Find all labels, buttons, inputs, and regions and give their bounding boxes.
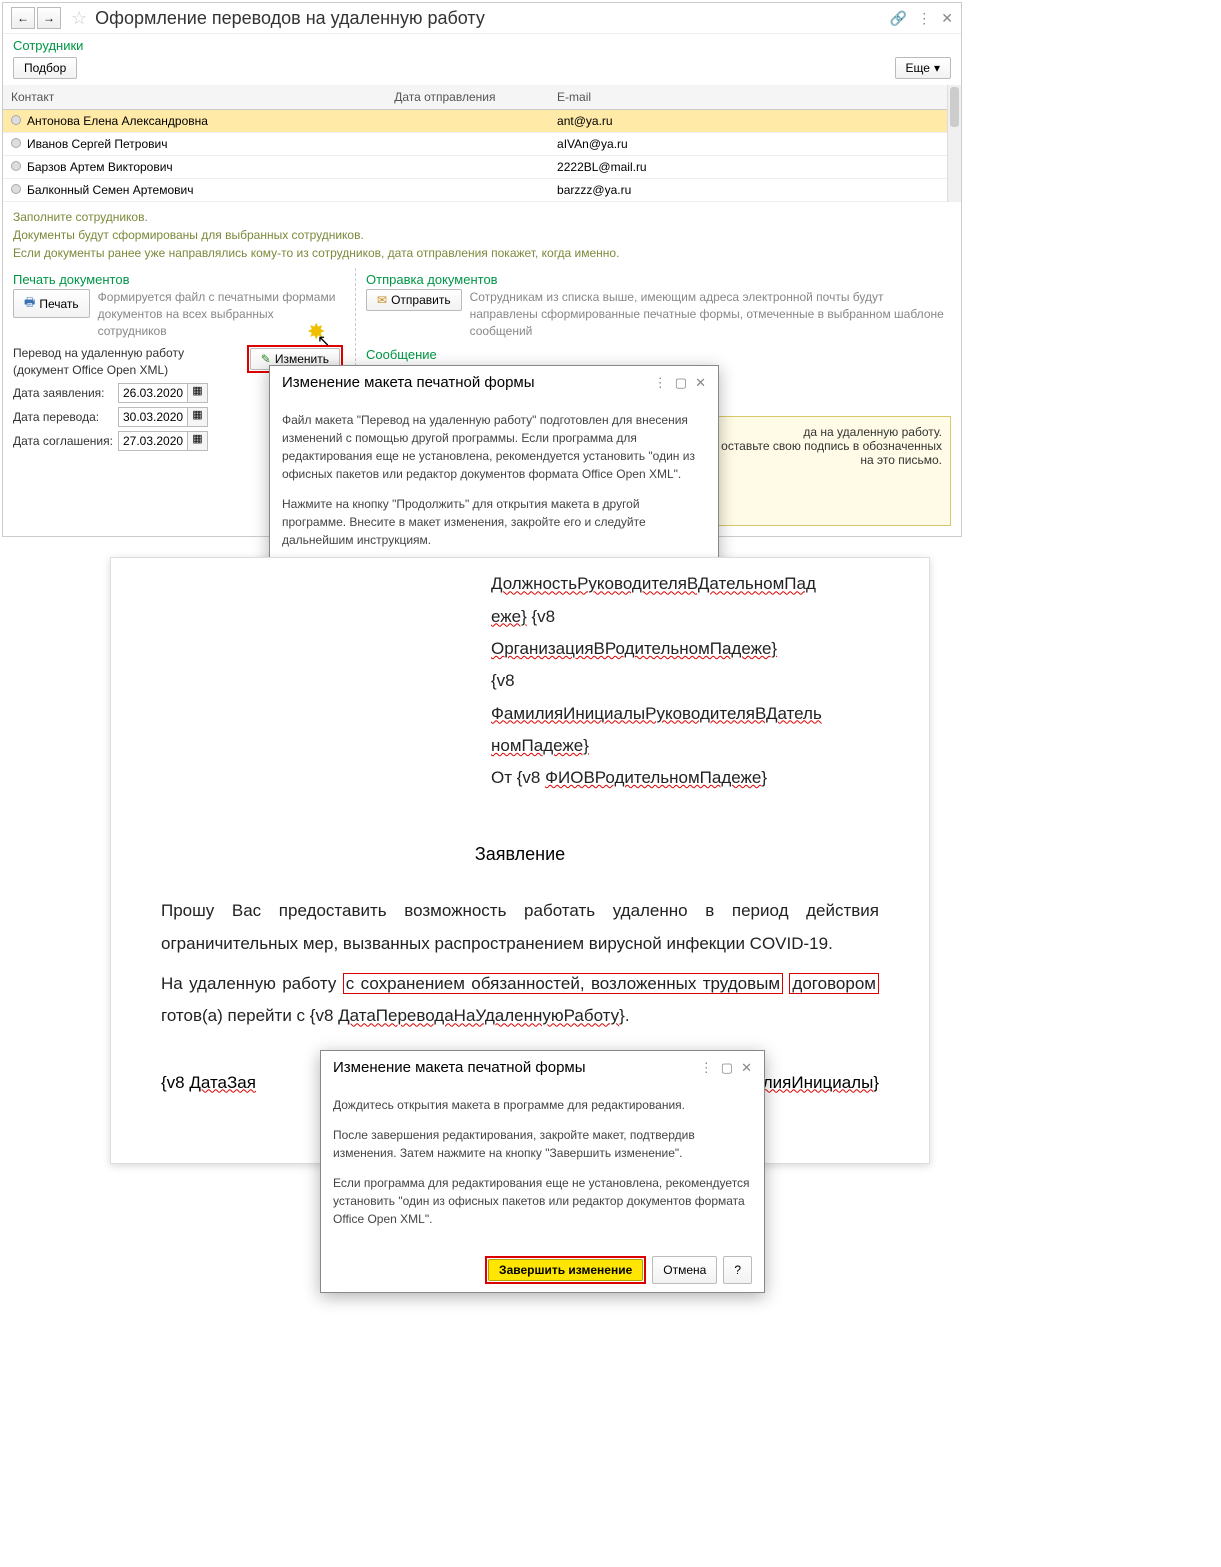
date-trans-input[interactable] [119, 408, 187, 426]
close-icon[interactable]: ✕ [941, 10, 953, 27]
modal-title: Изменение макета печатной формы [333, 1059, 692, 1076]
message-label: Сообщение [366, 343, 951, 364]
modal-text: После завершения редактирования, закройт… [333, 1126, 752, 1162]
table-row[interactable]: Антонова Елена Александровна ant@ya.ru [3, 110, 961, 133]
col-sent[interactable]: Дата отправления [386, 85, 549, 110]
chevron-down-icon: ▾ [934, 61, 940, 75]
cell-sent [386, 156, 549, 179]
doc-paragraph: На удаленную работу с сохранением обязан… [161, 968, 879, 1033]
cell-name: Иванов Сергей Петрович [27, 137, 167, 151]
modal-text: Нажмите на кнопку "Продолжить" для откры… [282, 495, 706, 549]
cell-sent [386, 110, 549, 133]
date-trans-label: Дата перевода: [13, 410, 118, 424]
modal-title: Изменение макета печатной формы [282, 374, 646, 391]
date-app-input[interactable] [119, 384, 187, 402]
print-heading: Печать документов [13, 268, 343, 289]
send-button[interactable]: ✉Отправить [366, 289, 462, 311]
main-window: ← → ☆ Оформление переводов на удаленную … [2, 2, 962, 537]
kebab-menu-icon[interactable]: ⋮ [654, 375, 667, 391]
employees-table-wrap: Контакт Дата отправления E-mail Антонова… [3, 85, 961, 202]
doc-paragraph: Прошу Вас предоставить возможность работ… [161, 895, 879, 960]
cell-name: Антонова Елена Александровна [27, 114, 208, 128]
close-icon[interactable]: ✕ [695, 375, 706, 391]
employees-table: Контакт Дата отправления E-mail Антонова… [3, 85, 961, 202]
doc-title: Заявление [161, 844, 879, 865]
send-hint: Сотрудникам из списка выше, имеющим адре… [470, 289, 951, 339]
calendar-icon[interactable]: ▦ [187, 408, 207, 426]
finish-edit-modal: Изменение макета печатной формы ⋮ ▢ ✕ До… [320, 1050, 765, 1293]
envelope-icon: ✉ [377, 293, 387, 307]
maximize-icon[interactable]: ▢ [675, 375, 687, 391]
kebab-menu-icon[interactable]: ⋮ [700, 1060, 713, 1076]
kebab-menu-icon[interactable]: ⋮ [917, 10, 931, 27]
cell-sent [386, 179, 549, 202]
calendar-icon[interactable]: ▦ [187, 384, 207, 402]
link-icon[interactable]: 🔗 [890, 10, 907, 27]
modal-text: Если программа для редактирования еще не… [333, 1174, 752, 1228]
employees-heading: Сотрудники [3, 34, 961, 55]
date-agree-input[interactable] [119, 432, 187, 450]
maximize-icon[interactable]: ▢ [721, 1060, 733, 1076]
date-agree-label: Дата соглашения: [13, 434, 118, 448]
nav-forward-button[interactable]: → [37, 7, 61, 29]
date-app-label: Дата заявления: [13, 386, 118, 400]
nav-back-button[interactable]: ← [11, 7, 35, 29]
page-title: Оформление переводов на удаленную работу [95, 8, 890, 29]
modal-text: Файл макета "Перевод на удаленную работу… [282, 411, 706, 483]
cell-email: ant@ya.ru [549, 110, 961, 133]
cancel-button[interactable]: Отмена [652, 1256, 717, 1284]
cell-sent [386, 133, 549, 156]
favorite-star-icon[interactable]: ☆ [71, 8, 87, 29]
help-button[interactable]: ? [723, 1256, 752, 1284]
edited-fragment: договором [789, 973, 879, 994]
status-dot-icon [11, 161, 21, 171]
hint-block: Заполните сотрудников. Документы будут с… [3, 202, 961, 268]
print-hint: Формируется файл с печатными формами док… [98, 289, 343, 339]
print-doc-label: Перевод на удаленную работу (документ Of… [13, 345, 239, 379]
scrollbar[interactable] [947, 85, 961, 202]
edited-fragment: с сохранением обязанностей, возложенных … [343, 973, 783, 994]
col-contact[interactable]: Контакт [3, 85, 386, 110]
printer-icon: 🖶 [24, 293, 35, 314]
send-heading: Отправка документов [366, 268, 951, 289]
status-dot-icon [11, 138, 21, 148]
print-button[interactable]: 🖶Печать [13, 289, 90, 318]
titlebar: ← → ☆ Оформление переводов на удаленную … [3, 3, 961, 34]
cell-email: aIVAn@ya.ru [549, 133, 961, 156]
finish-edit-button[interactable]: Завершить изменение [488, 1259, 643, 1281]
table-row[interactable]: Барзов Артем Викторович 2222BL@mail.ru [3, 156, 961, 179]
cell-name: Балконный Семен Артемович [27, 183, 193, 197]
col-email[interactable]: E-mail [549, 85, 961, 110]
modal-text: Дождитесь открытия макета в программе дл… [333, 1096, 752, 1114]
cell-email: 2222BL@mail.ru [549, 156, 961, 179]
more-button[interactable]: Еще ▾ [895, 57, 951, 79]
status-dot-icon [11, 184, 21, 194]
status-dot-icon [11, 115, 21, 125]
table-row[interactable]: Балконный Семен Артемович barzzz@ya.ru [3, 179, 961, 202]
close-icon[interactable]: ✕ [741, 1060, 752, 1076]
cell-email: barzzz@ya.ru [549, 179, 961, 202]
select-employees-button[interactable]: Подбор [13, 57, 77, 79]
doc-header-block: ДолжностьРуководителяВДательномПад еже} … [491, 558, 879, 794]
calendar-icon[interactable]: ▦ [187, 432, 207, 450]
table-row[interactable]: Иванов Сергей Петрович aIVAn@ya.ru [3, 133, 961, 156]
finish-highlight: Завершить изменение [485, 1256, 646, 1284]
cell-name: Барзов Артем Викторович [27, 160, 173, 174]
